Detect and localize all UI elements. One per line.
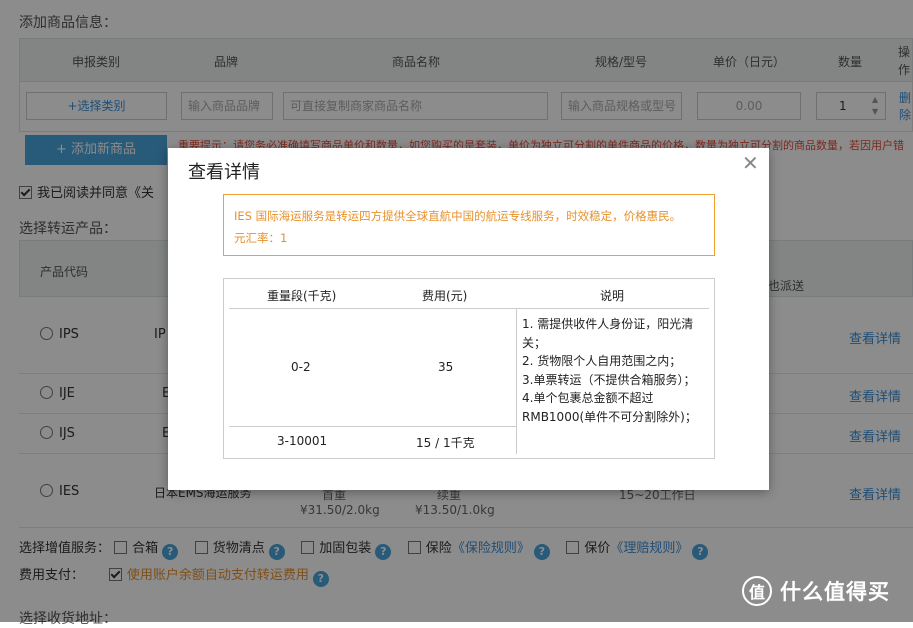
fee-cell: 15 / 1千克 [416, 436, 475, 450]
modal-title: 查看详情 [188, 162, 260, 183]
note-item: 1. 需提供收件人身份证，阳光清关； [522, 317, 694, 350]
note-item: 2. 货物限个人自用范围之内； [522, 354, 682, 368]
fee-cell: 35 [438, 360, 454, 374]
close-icon[interactable]: ✕ [742, 153, 760, 173]
table-divider [516, 308, 517, 454]
header-fee: 费用(元) [422, 289, 468, 303]
watermark-text: 什么值得买 [780, 580, 890, 604]
note-item: 3.单票转运（不提供合箱服务）； [522, 372, 696, 387]
table-divider [229, 426, 516, 427]
header-weight: 重量段(千克) [267, 289, 337, 303]
weight-cell: 0-2 [291, 360, 311, 374]
header-notes: 说明 [600, 289, 625, 303]
notice-line-2: 元汇率：1 [234, 231, 288, 245]
notice-line-1: IES 国际海运服务是转运四方提供全球直航中国的航运专线服务，时效稳定，价格惠民… [234, 209, 682, 223]
note-item: 4.单个包裹总金额不超过RMB1000(单件不可分割除外)； [522, 391, 697, 424]
rate-table: 重量段(千克) 费用(元) 说明 0-2 35 3-10001 15 / 1千克… [223, 278, 715, 459]
watermark-logo-icon: 值 [742, 576, 772, 606]
table-divider [229, 308, 709, 309]
notes-cell: 1. 需提供收件人身份证，阳光清关； 2. 货物限个人自用范围之内； 3.单票转… [522, 315, 710, 426]
details-modal: 查看详情 ✕ IES 国际海运服务是转运四方提供全球直航中国的航运专线服务，时效… [168, 148, 769, 490]
weight-cell: 3-10001 [277, 434, 328, 448]
watermark: 值 什么值得买 [742, 576, 890, 606]
service-notice: IES 国际海运服务是转运四方提供全球直航中国的航运专线服务，时效稳定，价格惠民… [223, 194, 715, 256]
